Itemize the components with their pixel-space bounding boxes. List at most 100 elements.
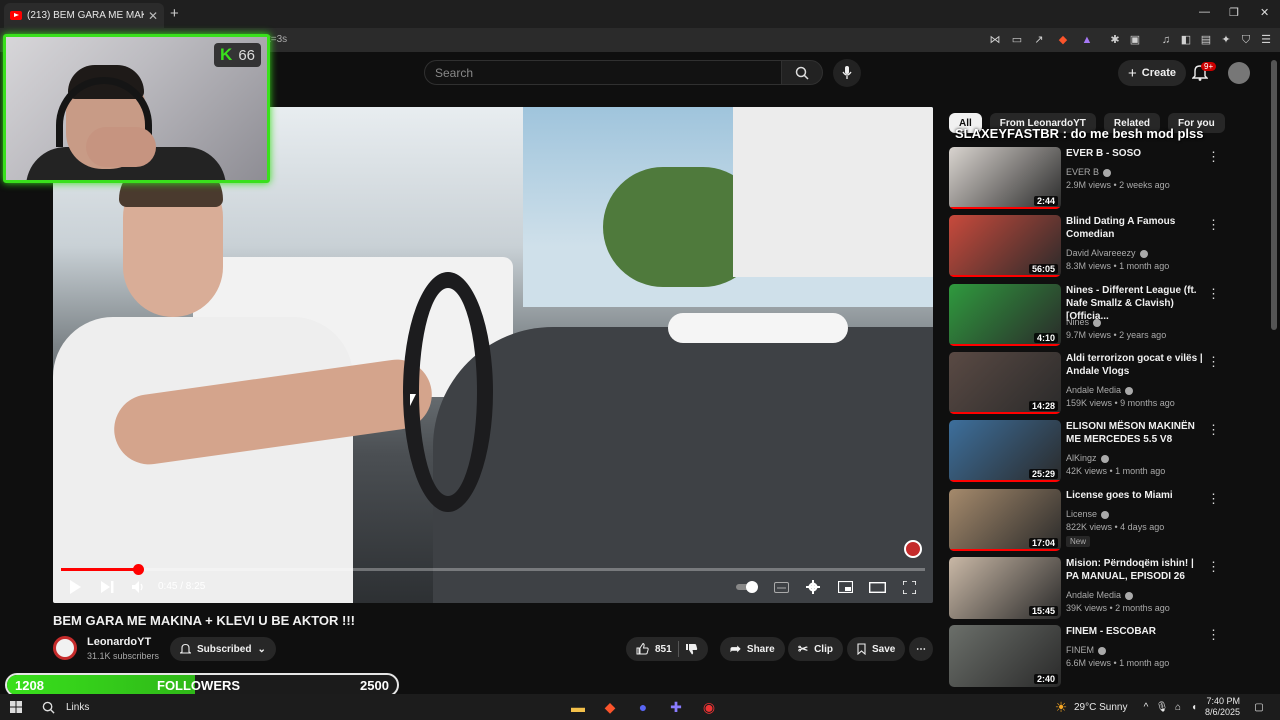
video-thumbnail[interactable]: 4:10 [949, 284, 1061, 346]
recommendation-channel[interactable]: Andale Media [1066, 590, 1134, 600]
recommendation-title[interactable]: EVER B - SOSO [1066, 147, 1206, 160]
tray-mic-icon[interactable]: 🎙 [1156, 697, 1169, 717]
notification-center-icon[interactable]: ▢ [1252, 697, 1266, 717]
recommendation-title[interactable]: Blind Dating A Famous Comedian [1066, 215, 1206, 241]
more-vertical-icon[interactable]: ⋮ [1207, 354, 1220, 370]
recommendation-channel[interactable]: License [1066, 509, 1110, 519]
scrubber-handle[interactable] [133, 564, 144, 575]
new-tab-button[interactable]: + [170, 5, 179, 22]
recommendation-title[interactable]: License goes to Miami [1066, 489, 1206, 502]
recommendation-item[interactable]: 4:10 Nines - Different League (ft. Nafe S… [949, 284, 1267, 346]
menu-icon[interactable]: ☰ [1259, 33, 1273, 47]
recommendation-item[interactable]: 2:44 EVER B - SOSO EVER B 2.9M views • 2 we… [949, 147, 1267, 209]
tray-chevron-icon[interactable]: ^ [1140, 697, 1152, 717]
video-thumbnail[interactable]: 15:45 [949, 557, 1061, 619]
minimize-button[interactable]: — [1199, 6, 1210, 18]
more-vertical-icon[interactable]: ⋮ [1207, 422, 1220, 438]
recommendation-item[interactable]: 56:05 Blind Dating A Famous Comedian David… [949, 215, 1267, 277]
tray-network-icon[interactable]: ⌂ [1172, 697, 1184, 717]
recommendation-item[interactable]: 15:45 Mision: Përndoqëm ishin! | PA MANUA… [949, 557, 1267, 619]
recommendation-channel[interactable]: Nines [1066, 317, 1102, 327]
recommendation-item[interactable]: 25:29 ELISONI MËSON MAKINËN ME MERCEDES 5… [949, 420, 1267, 482]
weather-text[interactable]: 29°C Sunny [1074, 697, 1127, 717]
play-button[interactable] [66, 578, 84, 596]
recommendation-channel[interactable]: Andale Media [1066, 385, 1134, 395]
discord-icon[interactable]: ● [634, 697, 652, 717]
screenshot-icon[interactable]: ▣ [1128, 33, 1142, 47]
thumbs-down-icon[interactable] [685, 643, 698, 655]
more-vertical-icon[interactable]: ⋮ [1207, 286, 1220, 302]
autoplay-toggle[interactable] [735, 578, 761, 596]
recommendation-title[interactable]: ELISONI MËSON MAKINËN ME MERCEDES 5.5 V8 [1066, 420, 1206, 446]
taskbar-search-icon[interactable] [40, 697, 56, 717]
channel-avatar[interactable] [53, 636, 77, 660]
save-button[interactable]: Save [847, 637, 906, 661]
recommendation-channel[interactable]: EVER B [1066, 167, 1112, 177]
clip-button[interactable]: ✂ Clip [788, 637, 843, 661]
more-vertical-icon[interactable]: ⋮ [1207, 627, 1220, 643]
share-button[interactable]: ➦ Share [720, 637, 785, 661]
miniplayer-button[interactable] [836, 578, 854, 596]
recommendation-item[interactable]: 2:40 FINEM - ESCOBAR FINEM 6.6M views • 1 m… [949, 625, 1267, 687]
close-window-button[interactable]: ✕ [1260, 6, 1269, 19]
rewards-icon[interactable]: ▲ [1080, 33, 1094, 47]
tab-close-icon[interactable]: ✕ [148, 9, 158, 23]
voice-search-button[interactable] [833, 59, 861, 87]
extensions-icon[interactable]: ✱ [1108, 33, 1122, 47]
brave-browser-icon[interactable]: ◆ [601, 697, 619, 717]
subtitles-button[interactable] [772, 578, 790, 596]
video-thumbnail[interactable]: 14:28 [949, 352, 1061, 414]
page-scrollbar[interactable] [1271, 60, 1277, 330]
search-input[interactable]: Search [424, 60, 782, 85]
more-vertical-icon[interactable]: ⋮ [1207, 559, 1220, 575]
wallet-icon[interactable]: ▤ [1199, 33, 1213, 47]
recommendation-channel[interactable]: AlKingz [1066, 453, 1109, 463]
video-thumbnail[interactable]: 25:29 [949, 420, 1061, 482]
recommendation-channel[interactable]: David Alvareeezy [1066, 248, 1148, 258]
theater-mode-button[interactable] [867, 578, 887, 596]
taskbar-links[interactable]: Links [66, 697, 89, 717]
sidebar-icon[interactable]: ◧ [1179, 33, 1193, 47]
maximize-button[interactable]: ❐ [1229, 6, 1239, 19]
account-avatar[interactable] [1228, 62, 1250, 84]
leo-ai-icon[interactable]: ✦ [1219, 33, 1233, 47]
more-actions-button[interactable]: ⋯ [909, 637, 933, 661]
recommendation-title[interactable]: Mision: Përndoqëm ishin! | PA MANUAL, EP… [1066, 557, 1206, 583]
browser-tab[interactable]: (213) BEM GARA ME MAKINA + ✕ [4, 3, 164, 28]
settings-button[interactable] [804, 578, 822, 596]
start-button[interactable] [8, 697, 24, 717]
subscribed-button[interactable]: Subscribed ⌄ [170, 637, 276, 661]
recommendation-channel[interactable]: FINEM [1066, 645, 1106, 655]
recommendation-title[interactable]: Aldi terrorizon gocat e vilës | Andale V… [1066, 352, 1206, 378]
progress-bar[interactable] [61, 568, 925, 571]
create-button[interactable]: + Create [1118, 60, 1187, 86]
channel-name[interactable]: LeonardoYT [87, 636, 151, 648]
video-thumbnail[interactable]: 2:40 [949, 625, 1061, 687]
share-icon[interactable]: ↗ [1032, 33, 1046, 47]
next-button[interactable] [98, 578, 116, 596]
recommendation-item[interactable]: 17:04 License goes to Miami License 822K vi… [949, 489, 1267, 551]
more-vertical-icon[interactable]: ⋮ [1207, 217, 1220, 233]
video-thumbnail[interactable]: 17:04 [949, 489, 1061, 551]
fullscreen-button[interactable] [900, 578, 918, 596]
video-thumbnail[interactable]: 2:44 [949, 147, 1061, 209]
reader-icon[interactable]: ⋈ [988, 33, 1002, 47]
url-text[interactable]: t=3s [268, 34, 287, 45]
taskbar-clock[interactable]: 7:40 PM 8/6/2025 [1205, 696, 1240, 718]
like-button[interactable]: 851 [636, 643, 672, 655]
brave-shield-icon[interactable]: ◆ [1056, 33, 1070, 47]
file-explorer-icon[interactable]: ▬ [569, 697, 587, 717]
search-button[interactable] [781, 60, 823, 85]
video-thumbnail[interactable]: 56:05 [949, 215, 1061, 277]
tray-volume-icon[interactable]: ◖ [1188, 697, 1200, 717]
more-vertical-icon[interactable]: ⋮ [1207, 149, 1220, 165]
media-icon[interactable]: ♫ [1159, 33, 1173, 47]
obs-icon[interactable]: ◉ [700, 697, 718, 717]
recommendation-item[interactable]: 14:28 Aldi terrorizon gocat e vilës | And… [949, 352, 1267, 414]
cast-icon[interactable]: ▭ [1010, 33, 1024, 47]
more-vertical-icon[interactable]: ⋮ [1207, 491, 1220, 507]
recommendation-title[interactable]: FINEM - ESCOBAR [1066, 625, 1206, 638]
vpn-icon[interactable]: ⛉ [1239, 33, 1253, 47]
game-launcher-icon[interactable]: ✚ [667, 697, 685, 717]
channel-watermark-icon[interactable] [904, 540, 922, 558]
